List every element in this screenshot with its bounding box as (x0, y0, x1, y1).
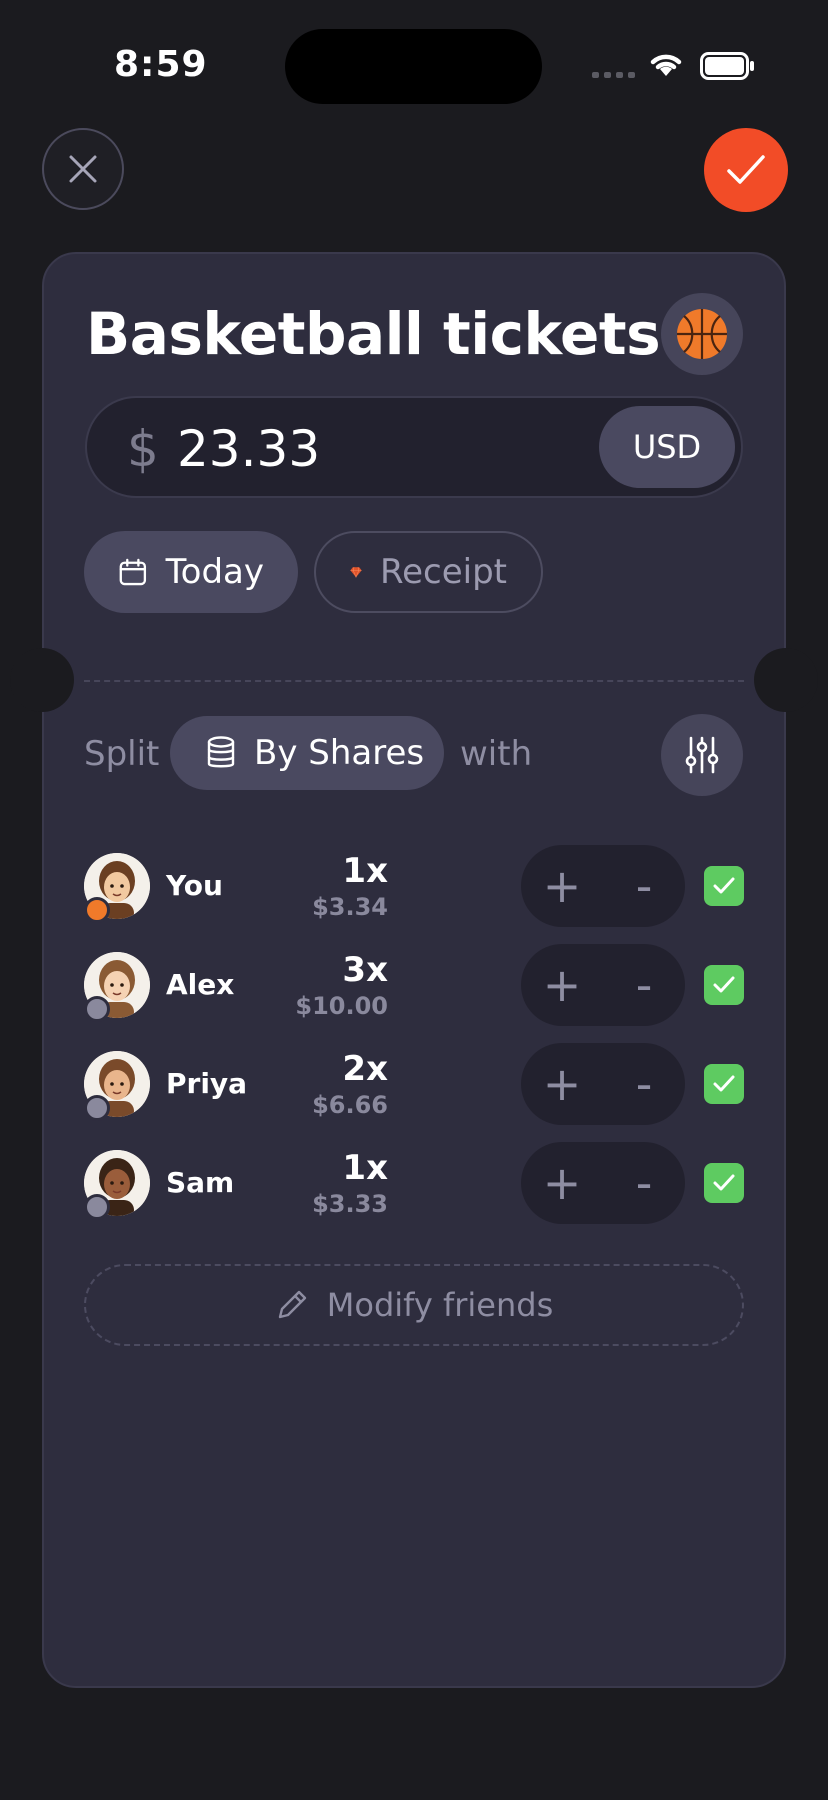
currency-symbol: $ (127, 420, 159, 478)
participant-row[interactable]: Alex 3x $10.00 + - (84, 944, 744, 1026)
battery-icon (700, 52, 754, 80)
decrease-share-button[interactable]: - (603, 1043, 685, 1125)
calendar-icon (119, 558, 147, 586)
split-with-label: with (460, 734, 533, 774)
currency-selector[interactable]: USD (599, 406, 735, 488)
increase-share-button[interactable]: + (521, 944, 603, 1026)
share-count: 2x (342, 1049, 388, 1089)
friend-badge-icon (84, 1194, 110, 1220)
category-button[interactable] (661, 293, 743, 375)
perforation-divider (84, 680, 744, 682)
increase-share-button[interactable]: + (521, 1142, 603, 1224)
include-checkbox[interactable] (704, 1064, 744, 1104)
split-row: Split By Shares with (84, 714, 744, 796)
receipt-button[interactable]: Receipt (314, 531, 543, 613)
confirm-button[interactable] (704, 128, 788, 212)
increase-share-button[interactable]: + (521, 1043, 603, 1125)
close-button[interactable] (42, 128, 124, 210)
database-icon (207, 736, 235, 768)
participant-name: Alex (166, 968, 235, 1001)
share-stepper[interactable]: + - (521, 944, 685, 1026)
checkmark-icon (727, 155, 765, 184)
decrease-share-button[interactable]: - (603, 1142, 685, 1224)
increase-share-button[interactable]: + (521, 845, 603, 927)
share-stepper[interactable]: + - (521, 1142, 685, 1224)
share-count: 1x (342, 851, 388, 891)
pencil-icon (278, 1290, 306, 1319)
share-count: 3x (342, 950, 388, 990)
share-amount: $6.66 (312, 1091, 388, 1119)
signal-icon (592, 72, 635, 78)
participant-name: Sam (166, 1166, 235, 1199)
split-settings-button[interactable] (661, 714, 743, 796)
expense-title[interactable]: Basketball tickets (86, 300, 661, 368)
sliders-icon (685, 736, 719, 774)
wifi-icon (650, 54, 682, 76)
date-button[interactable]: Today (84, 531, 298, 613)
participant-row[interactable]: You 1x $3.34 + - (84, 845, 744, 927)
checkmark-icon (713, 976, 735, 993)
share-stepper[interactable]: + - (521, 1043, 685, 1125)
include-checkbox[interactable] (704, 1163, 744, 1203)
modify-friends-button[interactable]: Modify friends (84, 1264, 744, 1346)
status-bar: 8:59 (0, 0, 828, 130)
include-checkbox[interactable] (704, 866, 744, 906)
amount-field[interactable]: $ 23.33 USD (85, 396, 743, 498)
share-amount: $3.33 (312, 1190, 388, 1218)
modify-friends-label: Modify friends (326, 1286, 554, 1324)
participant-row[interactable]: Sam 1x $3.33 + - (84, 1142, 744, 1224)
checkmark-icon (713, 877, 735, 894)
participant-name: Priya (166, 1067, 248, 1100)
checkmark-icon (713, 1075, 735, 1092)
split-mode-label: By Shares (254, 733, 425, 773)
gem-icon (350, 567, 362, 578)
friend-badge-icon (84, 1095, 110, 1121)
ticket-notch-right (754, 648, 818, 712)
include-checkbox[interactable] (704, 965, 744, 1005)
basketball-icon (677, 309, 727, 359)
split-label: Split (84, 734, 160, 774)
close-icon (69, 155, 97, 183)
dynamic-island (285, 29, 542, 104)
user-badge-icon (84, 897, 110, 923)
share-stepper[interactable]: + - (521, 845, 685, 927)
ticket-notch-left (10, 648, 74, 712)
date-label: Today (165, 552, 264, 592)
receipt-label: Receipt (380, 552, 507, 592)
split-mode-button[interactable]: By Shares (170, 716, 444, 790)
status-time: 8:59 (114, 44, 208, 85)
participant-name: You (166, 869, 223, 902)
amount-input[interactable]: 23.33 (177, 420, 320, 478)
participant-row[interactable]: Priya 2x $6.66 + - (84, 1043, 744, 1125)
checkmark-icon (713, 1174, 735, 1191)
friend-badge-icon (84, 996, 110, 1022)
decrease-share-button[interactable]: - (603, 845, 685, 927)
share-count: 1x (342, 1148, 388, 1188)
share-amount: $3.34 (312, 893, 388, 921)
share-amount: $10.00 (295, 992, 388, 1020)
decrease-share-button[interactable]: - (603, 944, 685, 1026)
